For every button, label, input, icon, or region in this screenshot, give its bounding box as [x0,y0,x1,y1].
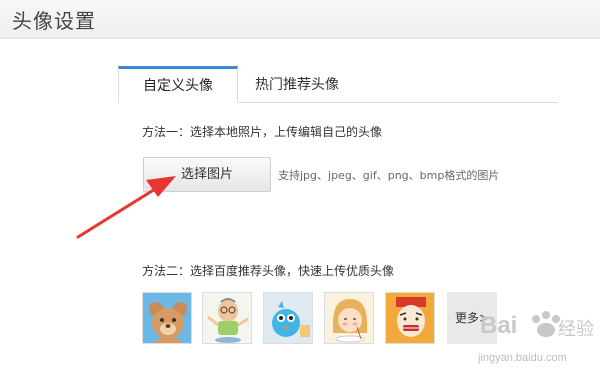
avatar-girl-eating[interactable] [324,292,374,344]
page-header: 头像设置 [0,0,600,39]
method-one-text: 方法一：选择本地照片，上传编辑自己的头像 [142,125,383,139]
tab-bar: 自定义头像 热门推荐头像 [118,66,558,103]
page-title: 头像设置 [12,9,96,33]
blue-bird-icon [264,293,312,343]
avatar-bear[interactable] [142,292,192,344]
avatar-blue-bird[interactable] [263,292,313,344]
old-man-icon [203,293,251,343]
choose-image-button[interactable]: 选择图片 [143,157,271,192]
tab-custom-avatar[interactable]: 自定义头像 [118,66,238,103]
baidu-jingyan-watermark-icon: Bai 经验 jingyan.baidu.com [477,311,594,364]
costume-icon [386,293,434,343]
svg-text:Bai: Bai [480,312,517,339]
watermark: Bai 经验 jingyan.baidu.com [477,303,598,373]
avatar-costume[interactable] [385,292,435,344]
tab-popular-avatar[interactable]: 热门推荐头像 [238,66,356,102]
method-two-text: 方法二：选择百度推荐头像，快速上传优质头像 [142,264,395,278]
bear-icon [143,293,191,343]
girl-eating-icon [325,293,373,343]
format-hint: 支持jpg、jpeg、gif、png、bmp格式的图片 [278,169,500,182]
svg-text:经验: 经验 [558,319,594,339]
avatar-old-man[interactable] [202,292,252,344]
svg-text:jingyan.baidu.com: jingyan.baidu.com [478,352,567,364]
